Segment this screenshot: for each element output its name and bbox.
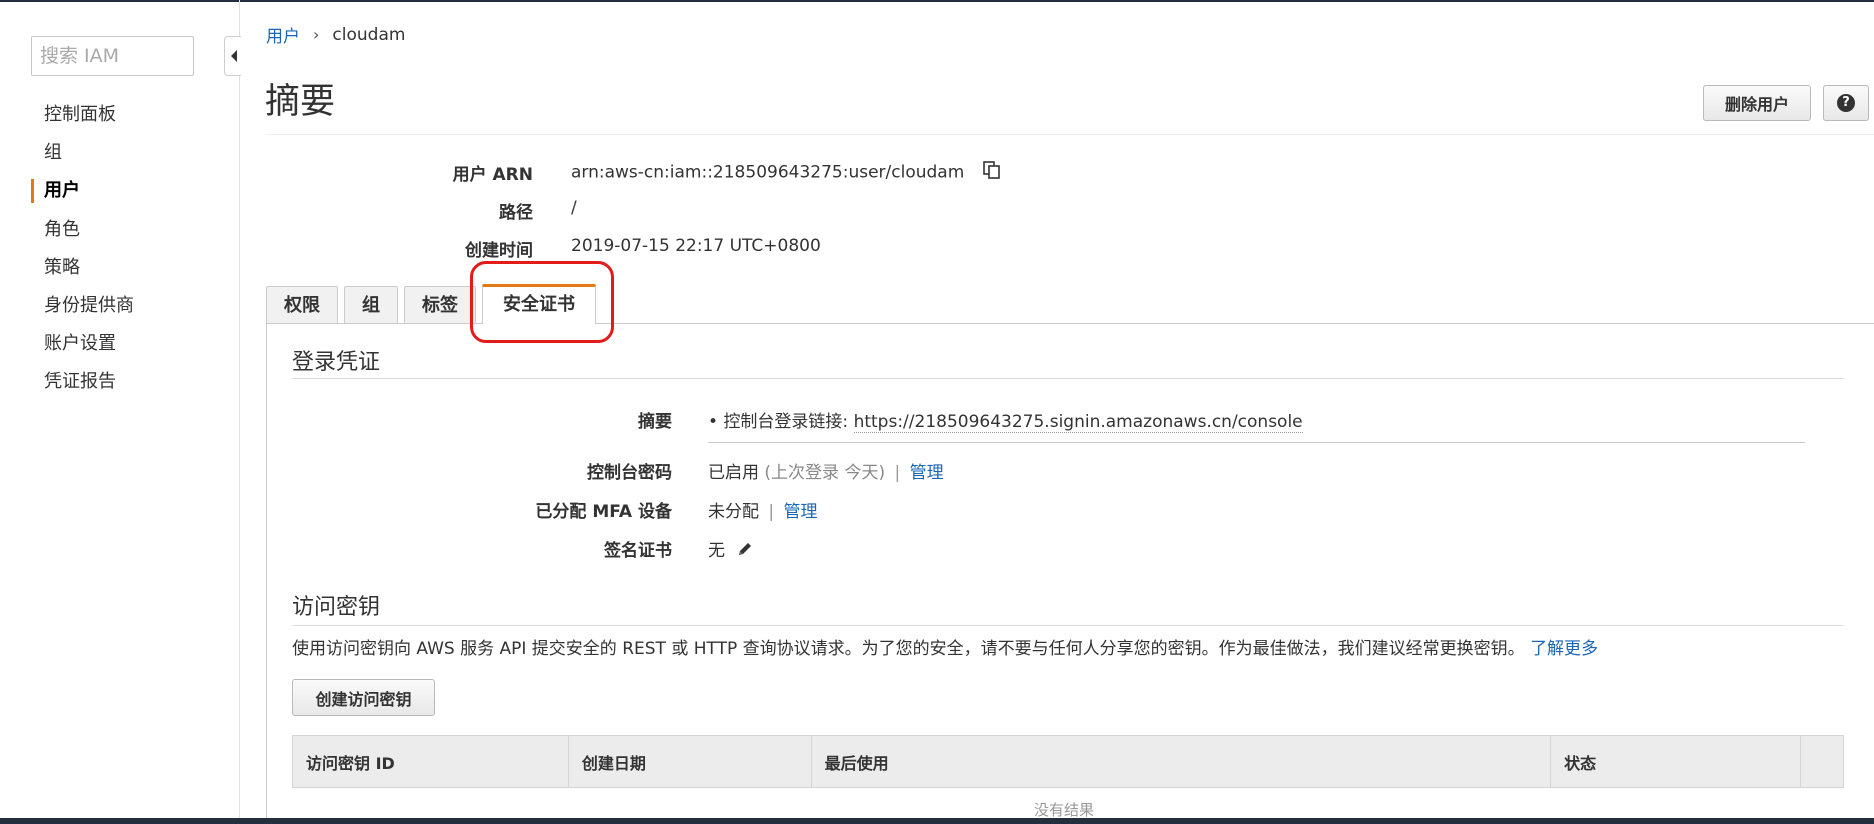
breadcrumb: 用户 › cloudam	[266, 22, 406, 48]
access-keys-title: 访问密钥	[292, 595, 381, 620]
search-input[interactable]	[31, 36, 194, 76]
bullet: •	[708, 412, 719, 432]
separator: |	[768, 502, 775, 522]
page-title: 摘要	[265, 82, 336, 122]
breadcrumb-users-link[interactable]: 用户	[266, 22, 300, 47]
console-signin-url[interactable]: https://218509643275.signin.amazonaws.cn…	[853, 412, 1303, 433]
access-keys-description: 使用访问密钥向 AWS 服务 API 提交安全的 REST 或 HTTP 查询协…	[292, 634, 1598, 659]
tab-tags[interactable]: 标签	[404, 286, 476, 324]
table-header-row: 访问密钥 ID 创建日期 最后使用 状态	[292, 735, 1844, 788]
signing-cert-text: 无	[708, 541, 725, 561]
sidebar-item-account-settings[interactable]: 账户设置	[31, 325, 231, 363]
column-status[interactable]: 状态	[1550, 735, 1801, 788]
top-border	[0, 0, 1874, 2]
path-value: /	[571, 198, 577, 218]
sidebar-item-users[interactable]: 用户	[31, 172, 231, 210]
signing-cert-value: 无	[708, 536, 754, 563]
login-credentials-title: 登录凭证	[292, 350, 381, 375]
help-icon: ?	[1837, 94, 1855, 112]
pencil-icon[interactable]	[736, 540, 754, 563]
created-label: 创建时间	[465, 241, 533, 261]
mfa-manage-link[interactable]: 管理	[784, 502, 818, 522]
path-label: 路径	[499, 203, 533, 223]
column-created-date[interactable]: 创建日期	[567, 735, 812, 788]
tab-security-credentials[interactable]: 安全证书	[482, 284, 596, 324]
access-keys-description-text: 使用访问密钥向 AWS 服务 API 提交安全的 REST 或 HTTP 查询协…	[292, 639, 1525, 659]
no-results-text: 没有结果	[1034, 801, 1095, 819]
separator: |	[894, 463, 901, 483]
sidebar-nav: 控制面板 组 用户 角色 策略 身份提供商 账户设置 凭证报告	[31, 96, 231, 402]
console-link-prefix: 控制台登录链接:	[723, 412, 849, 432]
login-summary-divider	[708, 442, 1805, 443]
sidebar-item-groups[interactable]: 组	[31, 134, 231, 172]
arn-text: arn:aws-cn:iam::218509643275:user/clouda…	[571, 162, 965, 183]
arn-value: arn:aws-cn:iam::218509643275:user/clouda…	[571, 160, 1002, 185]
tab-permissions[interactable]: 权限	[266, 286, 338, 324]
breadcrumb-current: cloudam	[332, 24, 406, 45]
tab-groups[interactable]: 组	[344, 286, 398, 324]
console-password-note: (上次登录 今天)	[764, 463, 886, 483]
delete-user-button[interactable]: 删除用户	[1703, 85, 1811, 121]
login-summary-value: • 控制台登录链接: https://218509643275.signin.a…	[708, 407, 1303, 433]
mfa-value: 未分配 | 管理	[708, 497, 818, 522]
access-keys-table: 访问密钥 ID 创建日期 最后使用 状态	[292, 735, 1844, 788]
sidebar-item-roles[interactable]: 角色	[31, 211, 231, 249]
chevron-right-icon: ›	[313, 25, 320, 44]
sidebar-item-policies[interactable]: 策略	[31, 249, 231, 287]
bottom-bar	[0, 818, 1874, 824]
login-summary-label: 摘要	[638, 412, 672, 432]
console-password-manage-link[interactable]: 管理	[910, 463, 944, 483]
signing-cert-label: 签名证书	[604, 541, 672, 561]
console-password-label: 控制台密码	[587, 463, 672, 483]
summary-divider	[266, 134, 1874, 135]
console-password-value: 已启用 (上次登录 今天) | 管理	[708, 458, 944, 483]
created-value: 2019-07-15 22:17 UTC+0800	[571, 236, 821, 256]
tab-bar: 权限 组 标签 安全证书	[266, 284, 596, 324]
sidebar-collapse-icon[interactable]	[224, 36, 241, 76]
column-last-used[interactable]: 最后使用	[810, 735, 1552, 788]
login-credentials-divider	[292, 378, 1844, 379]
sidebar-item-identity-providers[interactable]: 身份提供商	[31, 287, 231, 325]
create-access-key-button[interactable]: 创建访问密钥	[292, 679, 435, 716]
sidebar-item-dashboard[interactable]: 控制面板	[31, 96, 231, 134]
access-keys-divider	[292, 625, 1844, 626]
mfa-label: 已分配 MFA 设备	[535, 502, 672, 522]
sidebar-item-credential-report[interactable]: 凭证报告	[31, 363, 231, 401]
help-button[interactable]: ?	[1823, 85, 1869, 121]
learn-more-link[interactable]: 了解更多	[1530, 639, 1598, 659]
column-access-key-id[interactable]: 访问密钥 ID	[292, 735, 569, 788]
sidebar: 控制面板 组 用户 角色 策略 身份提供商 账户设置 凭证报告	[0, 0, 240, 818]
mfa-status: 未分配	[708, 502, 759, 522]
arn-label: 用户 ARN	[452, 165, 533, 185]
console-password-status: 已启用	[708, 463, 759, 483]
copy-icon[interactable]	[982, 160, 1002, 185]
column-actions	[1800, 735, 1844, 788]
